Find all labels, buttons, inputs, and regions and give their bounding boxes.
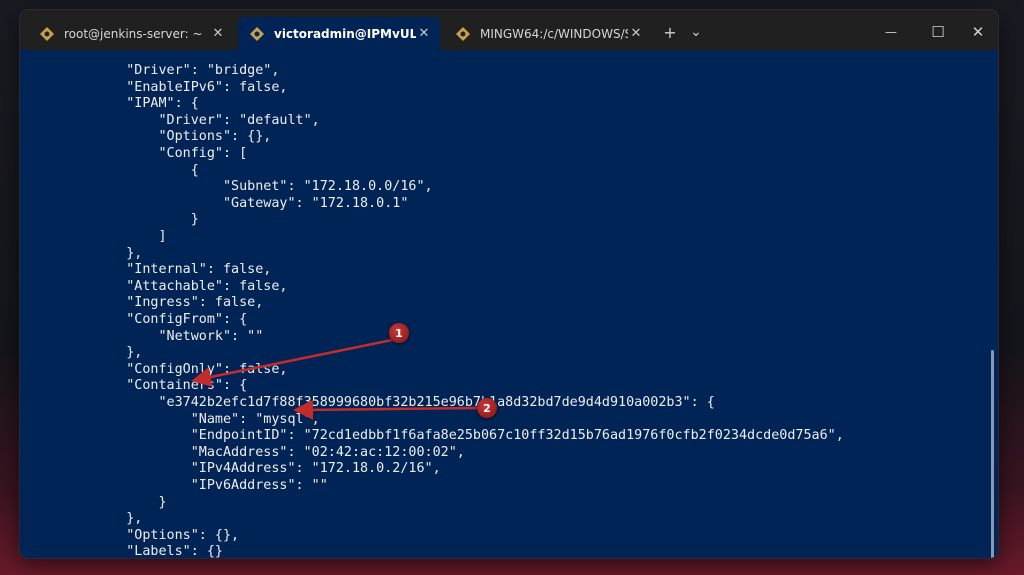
terminal-line: "MacAddress": "02:42:ac:12:00:02", [94,444,465,460]
annotation-badge-1: 1 [389,323,409,343]
terminal-line: "EnableIPv6": false, [94,79,288,95]
new-tab-button[interactable]: + [656,18,684,46]
terminal-line: "Driver": "bridge", [94,63,280,78]
terminal-line: "IPv6Address": "" [94,478,328,493]
terminal-line: "Subnet": "172.18.0.0/16", [94,179,433,195]
terminal-line: "Labels": {} [94,544,223,558]
tab-jenkins-server[interactable]: root@jenkins-server: ~ ✕ [28,17,234,50]
tab-label: victoradmin@IPMvUL01: ~ [274,26,416,41]
terminal-line: "ConfigFrom": { [94,312,248,327]
terminal-line: }, [94,511,143,527]
close-tab-icon[interactable]: ✕ [210,26,226,41]
terminal-line: } [94,212,199,228]
terminal-line: "ConfigOnly": false, [94,361,288,377]
terminal-line: "EndpointID": "72cd1edbbf1f6afa8e25b067c… [94,428,844,444]
linux-penguin-icon [40,26,54,41]
title-bar: root@jenkins-server: ~ ✕ victoradmin@IPM… [20,10,998,50]
terminal-line: "Options": {}, [94,527,240,543]
terminal-line: "Network": "" [94,328,264,344]
maximize-button[interactable]: ☐ [924,18,952,46]
terminal-line: "Options": {}, [94,129,272,145]
terminal-line: "Containers": { [94,378,248,394]
terminal-line: "Config": [ [94,146,248,161]
minimize-button[interactable]: — [877,18,905,46]
tab-mingw64[interactable]: MINGW64:/c/WINDOWS/Syste ✕ [444,17,652,50]
tab-label: MINGW64:/c/WINDOWS/Syste [480,26,628,41]
scrollbar-thumb[interactable] [991,350,994,558]
terminal-line: "IPAM": { [94,96,199,112]
terminal-line: "Gateway": "172.18.0.1" [94,195,409,211]
terminal-line: ] [94,229,167,244]
terminal-line: "Driver": "default", [94,112,320,128]
terminal-output[interactable]: "Driver": "bridge", "EnableIPv6": false,… [20,50,998,558]
close-tab-icon[interactable]: ✕ [628,26,644,41]
git-icon [456,26,470,41]
terminal-line: "e3742b2efc1d7f88f358999680bf32b215e96b7… [94,395,715,410]
terminal-line: "IPv4Address": "172.18.0.2/16", [94,461,441,477]
terminal-window: root@jenkins-server: ~ ✕ victoradmin@IPM… [20,10,998,558]
terminal-line: "Name": "mysql", [94,411,320,427]
close-window-button[interactable]: ✕ [964,18,992,46]
tab-label: root@jenkins-server: ~ [64,26,203,41]
tab-dropdown-button[interactable]: ⌄ [682,18,710,46]
terminal-line: { [94,162,199,178]
linux-penguin-icon [250,26,264,41]
terminal-line: "Attachable": false, [94,278,288,294]
terminal-line: } [94,494,167,510]
terminal-line: }, [94,245,143,261]
close-tab-icon[interactable]: ✕ [416,26,432,41]
annotation-badge-2: 2 [477,398,497,418]
terminal-line: "Internal": false, [94,262,272,278]
tab-victoradmin[interactable]: victoradmin@IPMvUL01: ~ ✕ [238,17,440,50]
terminal-line: }, [94,345,143,361]
terminal-line: "Ingress": false, [94,295,264,311]
